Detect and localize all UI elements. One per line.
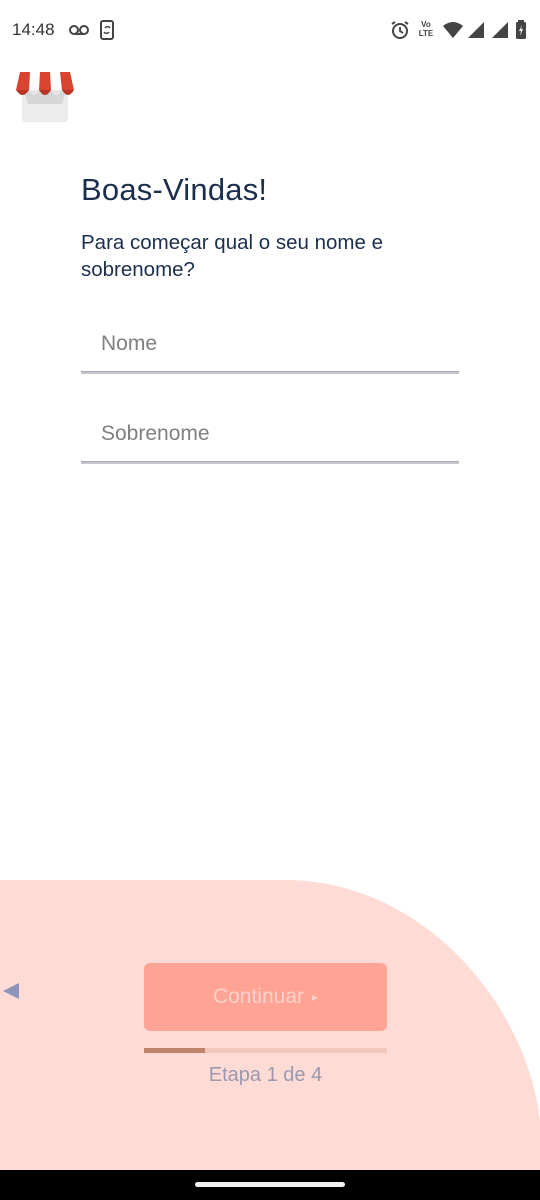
alarm-icon <box>391 21 409 39</box>
status-bar: 14:48 Vo LTE <box>0 0 540 60</box>
volte-label: Vo LTE <box>418 20 434 38</box>
play-arrow-icon: ▸ <box>312 990 319 1004</box>
home-gesture-handle[interactable] <box>195 1182 345 1187</box>
wifi-icon <box>443 22 463 38</box>
last-name-underline <box>81 461 459 464</box>
first-name-underline <box>81 371 459 374</box>
last-name-input[interactable] <box>81 407 459 461</box>
step-indicator: Etapa 1 de 4 <box>208 1064 323 1086</box>
back-arrow-icon[interactable] <box>2 980 20 1002</box>
battery-icon <box>516 20 526 39</box>
first-name-field <box>81 317 459 374</box>
system-nav-bar <box>0 1170 540 1200</box>
voicemail-icon <box>69 25 89 35</box>
step-progress-bar <box>144 1048 387 1053</box>
step-progress-fill <box>144 1048 205 1053</box>
page-subtitle: Para começar qual o seu nome e sobrenome… <box>81 231 383 281</box>
status-time: 14:48 <box>12 20 55 39</box>
phone-sync-icon <box>100 20 114 40</box>
continue-button[interactable]: Continuar ▸ <box>144 963 387 1031</box>
page-title: Boas-Vindas! <box>81 172 268 207</box>
last-name-field <box>81 407 459 464</box>
storefront-logo-icon <box>16 72 74 122</box>
signal-icon <box>468 22 484 38</box>
continue-label: Continuar <box>212 985 305 1008</box>
first-name-input[interactable] <box>81 317 459 371</box>
signal-icon-2 <box>492 22 508 38</box>
